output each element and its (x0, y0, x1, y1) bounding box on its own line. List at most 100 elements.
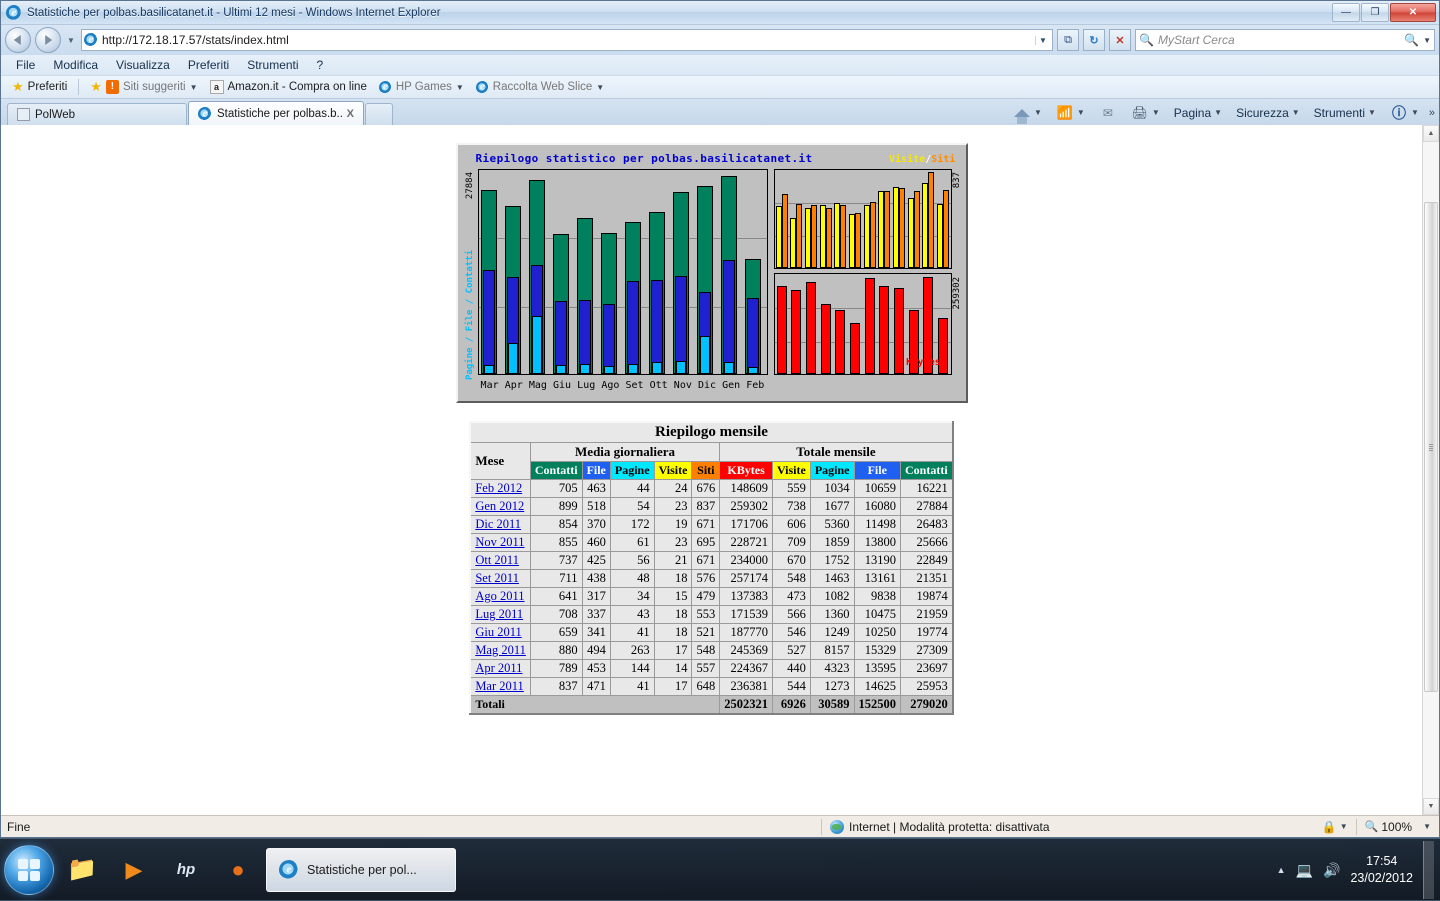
table-cell: 19 (654, 516, 692, 534)
vertical-scrollbar[interactable]: ▲ ▼ (1422, 125, 1439, 815)
x-axis-tick-label: Apr (505, 380, 523, 391)
command-bar-overflow-icon[interactable]: » (1427, 107, 1435, 119)
chevron-down-icon[interactable]: ▼ (190, 83, 198, 92)
totals-label: Totali (470, 696, 719, 715)
network-icon[interactable]: 💻 (1296, 862, 1313, 879)
scrollbar-thumb[interactable] (1424, 202, 1438, 692)
refresh-button[interactable]: ↻ (1083, 29, 1105, 51)
stop-button[interactable]: ✕ (1109, 29, 1131, 51)
scroll-up-arrow-icon[interactable]: ▲ (1423, 125, 1439, 142)
help-menu-button[interactable]: ⓘ ▼ (1384, 102, 1425, 123)
favorites-button[interactable]: ★ Preferiti (7, 77, 72, 97)
chevron-down-icon[interactable]: ▼ (456, 83, 464, 92)
page-menu-button[interactable]: Pagina ▼ (1168, 104, 1228, 122)
search-go-icon[interactable]: 🔍 (1404, 33, 1419, 47)
tools-menu-button[interactable]: Strumenti ▼ (1308, 104, 1382, 122)
chevron-down-icon[interactable]: ▼ (1077, 108, 1085, 117)
menu-item-help[interactable]: ? (308, 56, 333, 74)
chevron-down-icon[interactable]: ▼ (1152, 108, 1160, 117)
scroll-down-arrow-icon[interactable]: ▼ (1423, 798, 1439, 815)
menu-item-visualizza[interactable]: Visualizza (107, 56, 179, 74)
month-link[interactable]: Gen 2012 (475, 499, 524, 513)
new-tab-button[interactable] (365, 103, 393, 125)
table-cell: 606 (772, 516, 810, 534)
table-cell: 370 (582, 516, 610, 534)
tab-close-icon[interactable]: X (347, 108, 354, 120)
x-axis-tick-label: Nov (674, 380, 692, 391)
tab-polweb[interactable]: PolWeb (7, 103, 187, 125)
month-link[interactable]: Set 2011 (475, 571, 519, 585)
month-link[interactable]: Lug 2011 (475, 607, 523, 621)
tab-statistiche[interactable]: Statistiche per polbas.b... X (188, 101, 364, 125)
address-input[interactable]: http://172.18.17.57/stats/index.html ▼ (81, 29, 1053, 51)
fav-siti-suggeriti[interactable]: ★ ! Siti suggeriti ▼ (85, 77, 202, 97)
address-dropdown-icon[interactable]: ▼ (1035, 36, 1050, 45)
search-input[interactable]: 🔍 MyStart Cerca 🔍 ▼ (1135, 29, 1435, 51)
x-axis-tick-label: Set (625, 380, 643, 391)
month-link[interactable]: Nov 2011 (475, 535, 524, 549)
back-button[interactable] (5, 27, 31, 53)
chevron-down-icon[interactable]: ▼ (1340, 822, 1348, 831)
tray-overflow-icon[interactable]: ▲ (1277, 865, 1286, 875)
volume-icon[interactable]: 🔊 (1323, 862, 1340, 879)
fav-hp-games[interactable]: HP Games ▼ (374, 79, 469, 96)
recent-pages-dropdown-icon[interactable]: ▼ (65, 36, 77, 45)
month-link[interactable]: Mar 2011 (475, 679, 524, 693)
menu-item-modifica[interactable]: Modifica (44, 56, 107, 74)
chart-bar (850, 323, 860, 374)
taskbar-active-window-button[interactable]: Statistiche per pol... (266, 848, 456, 892)
restore-button[interactable]: ❐ (1361, 3, 1389, 22)
month-link[interactable]: Feb 2012 (475, 481, 522, 495)
chevron-down-icon[interactable]: ▼ (1034, 108, 1042, 117)
home-button[interactable]: ▼ (1007, 102, 1048, 123)
chevron-down-icon[interactable]: ▼ (1423, 822, 1431, 831)
compatibility-view-button[interactable]: ⧉ (1057, 29, 1079, 51)
fav-amazon[interactable]: a Amazon.it - Compra on line (205, 78, 372, 96)
table-cell: 171539 (720, 606, 773, 624)
menu-item-strumenti[interactable]: Strumenti (238, 56, 307, 74)
favorites-label: Preferiti (28, 81, 68, 93)
chart-bar-group (805, 170, 817, 268)
fav-raccolta-web-slice[interactable]: Raccolta Web Slice ▼ (471, 79, 609, 96)
chevron-down-icon[interactable]: ▼ (1214, 108, 1222, 117)
month-link[interactable]: Ott 2011 (475, 553, 519, 567)
chart-bar-group (649, 170, 669, 374)
tab-strip: PolWeb Statistiche per polbas.b... X ▼ 📶… (1, 99, 1439, 125)
chevron-down-icon[interactable]: ▼ (596, 83, 604, 92)
table-cell: 425 (582, 552, 610, 570)
table-row: Ago 201164131734154791373834731082983819… (470, 588, 952, 606)
table-cell: 10250 (854, 624, 901, 642)
month-link[interactable]: Apr 2011 (475, 661, 522, 675)
table-row: Gen 201289951854238372593027381677160802… (470, 498, 952, 516)
month-link[interactable]: Giu 2011 (475, 625, 521, 639)
security-zone-indicator[interactable]: Internet | Modalità protetta: disattivat… (822, 820, 1314, 834)
forward-button[interactable] (35, 27, 61, 53)
scrollbar-track[interactable] (1423, 142, 1439, 798)
month-link[interactable]: Dic 2011 (475, 517, 521, 531)
close-button[interactable]: ✕ (1390, 3, 1436, 22)
minimize-button[interactable]: — (1332, 3, 1360, 22)
start-button[interactable] (4, 845, 54, 895)
month-link[interactable]: Mag 2011 (475, 643, 526, 657)
security-menu-button[interactable]: Sicurezza ▼ (1230, 104, 1306, 122)
mail-button[interactable]: ✉ (1093, 102, 1123, 123)
menu-item-preferiti[interactable]: Preferiti (179, 56, 238, 74)
chevron-down-icon[interactable]: ▼ (1292, 108, 1300, 117)
feeds-button[interactable]: 📶 ▼ (1050, 102, 1091, 123)
taskbar-hp-icon[interactable]: hp (162, 848, 210, 892)
month-link[interactable]: Ago 2011 (475, 589, 524, 603)
y-axis-max-visits: 837 (952, 172, 962, 188)
taskbar-explorer-icon[interactable]: 📁 (58, 848, 106, 892)
print-button[interactable]: 🖨 ▼ (1125, 102, 1166, 123)
tab-label: Statistiche per polbas.b... (217, 108, 342, 120)
taskbar-media-player-icon[interactable]: ▶ (110, 848, 158, 892)
search-provider-caret-icon[interactable]: ▼ (1423, 36, 1431, 45)
chevron-down-icon[interactable]: ▼ (1368, 108, 1376, 117)
taskbar-firefox-icon[interactable]: ● (214, 848, 262, 892)
taskbar-clock[interactable]: 17:54 23/02/2012 (1350, 853, 1413, 887)
menu-item-file[interactable]: File (7, 56, 44, 74)
show-desktop-button[interactable] (1423, 841, 1434, 899)
chevron-down-icon[interactable]: ▼ (1411, 108, 1419, 117)
protected-mode-indicator[interactable]: 🔒 ▼ (1314, 820, 1356, 834)
zoom-control[interactable]: 🔍 100% ▼ (1357, 820, 1439, 834)
